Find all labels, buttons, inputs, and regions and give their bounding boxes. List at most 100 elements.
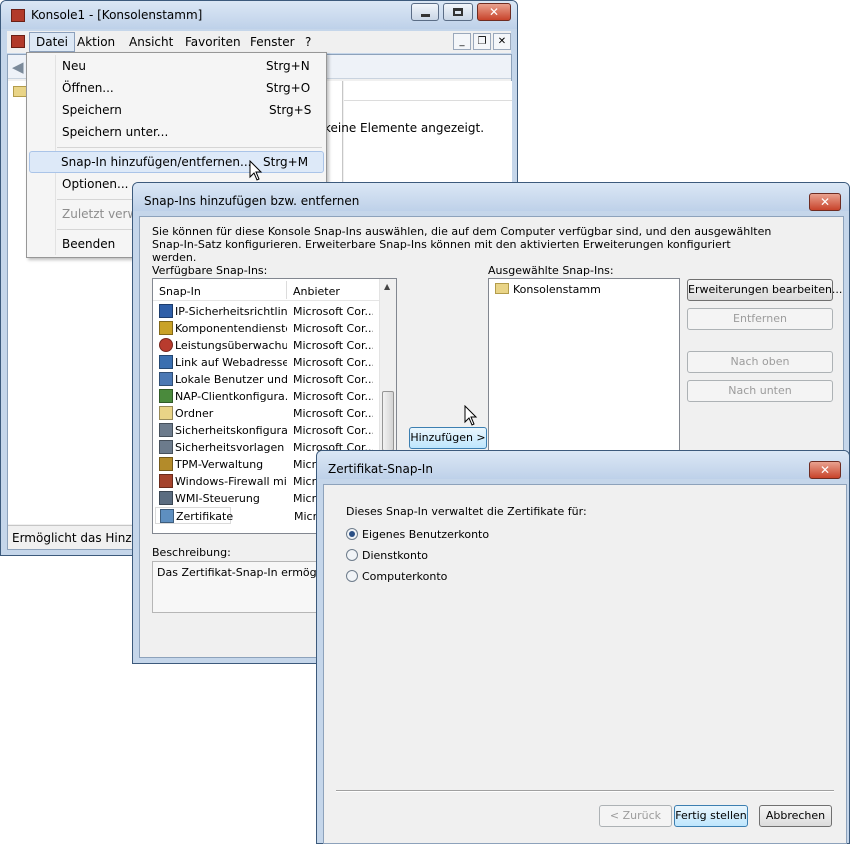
close-button[interactable]: ✕: [477, 3, 511, 21]
snapin-name: Ordner: [175, 407, 214, 420]
radio-own-account[interactable]: Eigenes Benutzerkonto: [346, 527, 546, 543]
menu-item-label: Speichern unter...: [62, 125, 169, 139]
maximize-button[interactable]: [443, 3, 473, 21]
radio-button[interactable]: [346, 528, 358, 540]
close-icon: ✕: [819, 463, 831, 477]
back-arrow-icon[interactable]: ◀: [12, 58, 24, 76]
list-item[interactable]: Ordner Microsoft Cor...: [155, 405, 377, 422]
selected-snapins-list[interactable]: Konsolenstamm: [488, 278, 680, 468]
console-menubar: Datei Aktion Ansicht Favoriten Fenster ?…: [7, 31, 511, 53]
scroll-up-icon[interactable]: ▲: [384, 282, 390, 291]
radio-button[interactable]: [346, 549, 358, 561]
finish-button[interactable]: Fertig stellen: [674, 805, 748, 827]
snapin-name: IP-Sicherheitsrichtlin...: [175, 305, 287, 318]
cancel-button[interactable]: Abbrechen: [759, 805, 832, 827]
snapin-provider: Microsoft Cor...: [293, 373, 373, 386]
snapins-intro: Sie können für diese Konsole Snap-Ins au…: [152, 225, 772, 264]
firewall-icon: [159, 474, 173, 488]
menu-favoriten[interactable]: Favoriten: [179, 34, 247, 50]
menu-fenster[interactable]: Fenster: [244, 34, 301, 50]
folder-icon: [495, 283, 509, 294]
menu-item-speichern[interactable]: Speichern Strg+S: [29, 99, 324, 121]
snapins-title: Snap-Ins hinzufügen bzw. entfernen: [144, 194, 360, 208]
tpm-icon: [159, 457, 173, 471]
empty-message: keine Elemente angezeigt.: [324, 121, 485, 135]
menu-aktion[interactable]: Aktion: [71, 34, 121, 50]
snapins-titlebar[interactable]: Snap-Ins hinzufügen bzw. entfernen ✕: [133, 183, 849, 211]
maximize-icon: [453, 8, 463, 16]
mdi-minimize-button[interactable]: _: [453, 33, 471, 50]
snapin-name: Komponentendienste: [175, 322, 287, 335]
menu-item-shortcut: Strg+M: [263, 155, 309, 169]
move-down-button: Nach unten: [687, 380, 833, 402]
column-separator: [286, 281, 287, 299]
console-titlebar[interactable]: Konsole1 - [Konsolenstamm] ✕: [1, 1, 517, 29]
remove-button: Entfernen: [687, 308, 833, 330]
menu-help[interactable]: ?: [299, 34, 317, 50]
close-icon: ✕: [819, 195, 831, 209]
snapin-name: Sicherheitskonfigura...: [175, 424, 287, 437]
certificate-icon: [160, 509, 174, 523]
snapin-provider: Microsoft Cor...: [293, 339, 373, 352]
list-item[interactable]: Leistungsüberwachung Microsoft Cor...: [155, 337, 377, 354]
list-item[interactable]: IP-Sicherheitsrichtlin... Microsoft Cor..…: [155, 303, 377, 320]
snapin-name: WMI-Steuerung: [175, 492, 260, 505]
column-header-snapin[interactable]: Snap-In: [159, 285, 201, 298]
menu-item-oeffnen[interactable]: Öffnen... Strg+O: [29, 77, 324, 99]
edit-extensions-button[interactable]: Erweiterungen bearbeiten...: [687, 279, 842, 301]
snapin-name: TPM-Verwaltung: [175, 458, 264, 471]
snapin-provider: Microsoft Cor...: [293, 390, 373, 403]
snapin-name: NAP-Clientkonfigura...: [175, 390, 287, 403]
ipsec-policy-icon: [159, 304, 173, 318]
result-header: [344, 81, 512, 101]
list-item[interactable]: Lokale Benutzer und... Microsoft Cor...: [155, 371, 377, 388]
list-item[interactable]: Sicherheitskonfigura... Microsoft Cor...: [155, 422, 377, 439]
radio-service-account[interactable]: Dienstkonto: [346, 548, 546, 564]
column-header-provider[interactable]: Anbieter: [293, 285, 340, 298]
mouse-cursor-icon: [464, 405, 478, 426]
console-doc-icon: [11, 35, 25, 48]
menu-item-snapin[interactable]: Snap-In hinzufügen/entfernen... Strg+M: [29, 151, 324, 173]
list-item[interactable]: Komponentendienste Microsoft Cor...: [155, 320, 377, 337]
list-item[interactable]: NAP-Clientkonfigura... Microsoft Cor...: [155, 388, 377, 405]
menu-ansicht[interactable]: Ansicht: [123, 34, 179, 50]
move-up-button: Nach oben: [687, 351, 833, 373]
description-label: Beschreibung:: [152, 546, 231, 559]
cert-close-button[interactable]: ✕: [809, 461, 841, 479]
menu-item-shortcut: Strg+N: [266, 59, 310, 73]
list-item[interactable]: Link auf Webadresse Microsoft Cor...: [155, 354, 377, 371]
menu-separator: [57, 147, 322, 148]
back-button: < Zurück: [599, 805, 672, 827]
minimize-button[interactable]: [411, 3, 439, 21]
snapin-name: Zertifikate: [176, 510, 234, 523]
performance-monitor-icon: [159, 338, 173, 352]
menu-item-label: Snap-In hinzufügen/entfernen...: [61, 155, 252, 169]
scroll-thumb[interactable]: [382, 391, 394, 451]
menu-datei[interactable]: Datei: [29, 32, 76, 52]
snapin-provider: Microsoft Cor...: [293, 322, 373, 335]
console-app-icon: [11, 9, 25, 22]
radio-button[interactable]: [346, 570, 358, 582]
web-link-icon: [159, 355, 173, 369]
cert-prompt: Dieses Snap-In verwaltet die Zertifikate…: [346, 505, 587, 518]
minimize-icon: [420, 13, 430, 17]
certificate-dialog: Zertifikat-Snap-In ✕ Dieses Snap-In verw…: [316, 450, 850, 844]
folder-icon: [159, 406, 173, 420]
snapin-provider: Microsoft Cor...: [293, 305, 373, 318]
selected-label: Ausgewählte Snap-Ins:: [488, 264, 614, 277]
list-item[interactable]: Zertifikate Micro: [155, 507, 324, 524]
radio-computer-account[interactable]: Computerkonto: [346, 569, 546, 585]
add-button[interactable]: Hinzufügen >: [409, 427, 487, 449]
console-title: Konsole1 - [Konsolenstamm]: [31, 8, 203, 22]
snapins-close-button[interactable]: ✕: [809, 193, 841, 211]
menu-item-speichern-unter[interactable]: Speichern unter...: [29, 121, 324, 143]
selected-item-konsolenstamm[interactable]: Konsolenstamm: [513, 283, 601, 296]
cert-titlebar[interactable]: Zertifikat-Snap-In ✕: [317, 451, 849, 479]
close-icon: ✕: [488, 5, 500, 19]
mdi-restore-button[interactable]: ❐: [473, 33, 491, 50]
mdi-close-button[interactable]: ✕: [493, 33, 511, 50]
snapin-provider: Microsoft Cor...: [293, 356, 373, 369]
description-text: Das Zertifikat-Snap-In ermöglicht: [157, 566, 341, 579]
cert-client: Dieses Snap-In verwaltet die Zertifikate…: [323, 484, 847, 844]
menu-item-neu[interactable]: Neu Strg+N: [29, 55, 324, 77]
